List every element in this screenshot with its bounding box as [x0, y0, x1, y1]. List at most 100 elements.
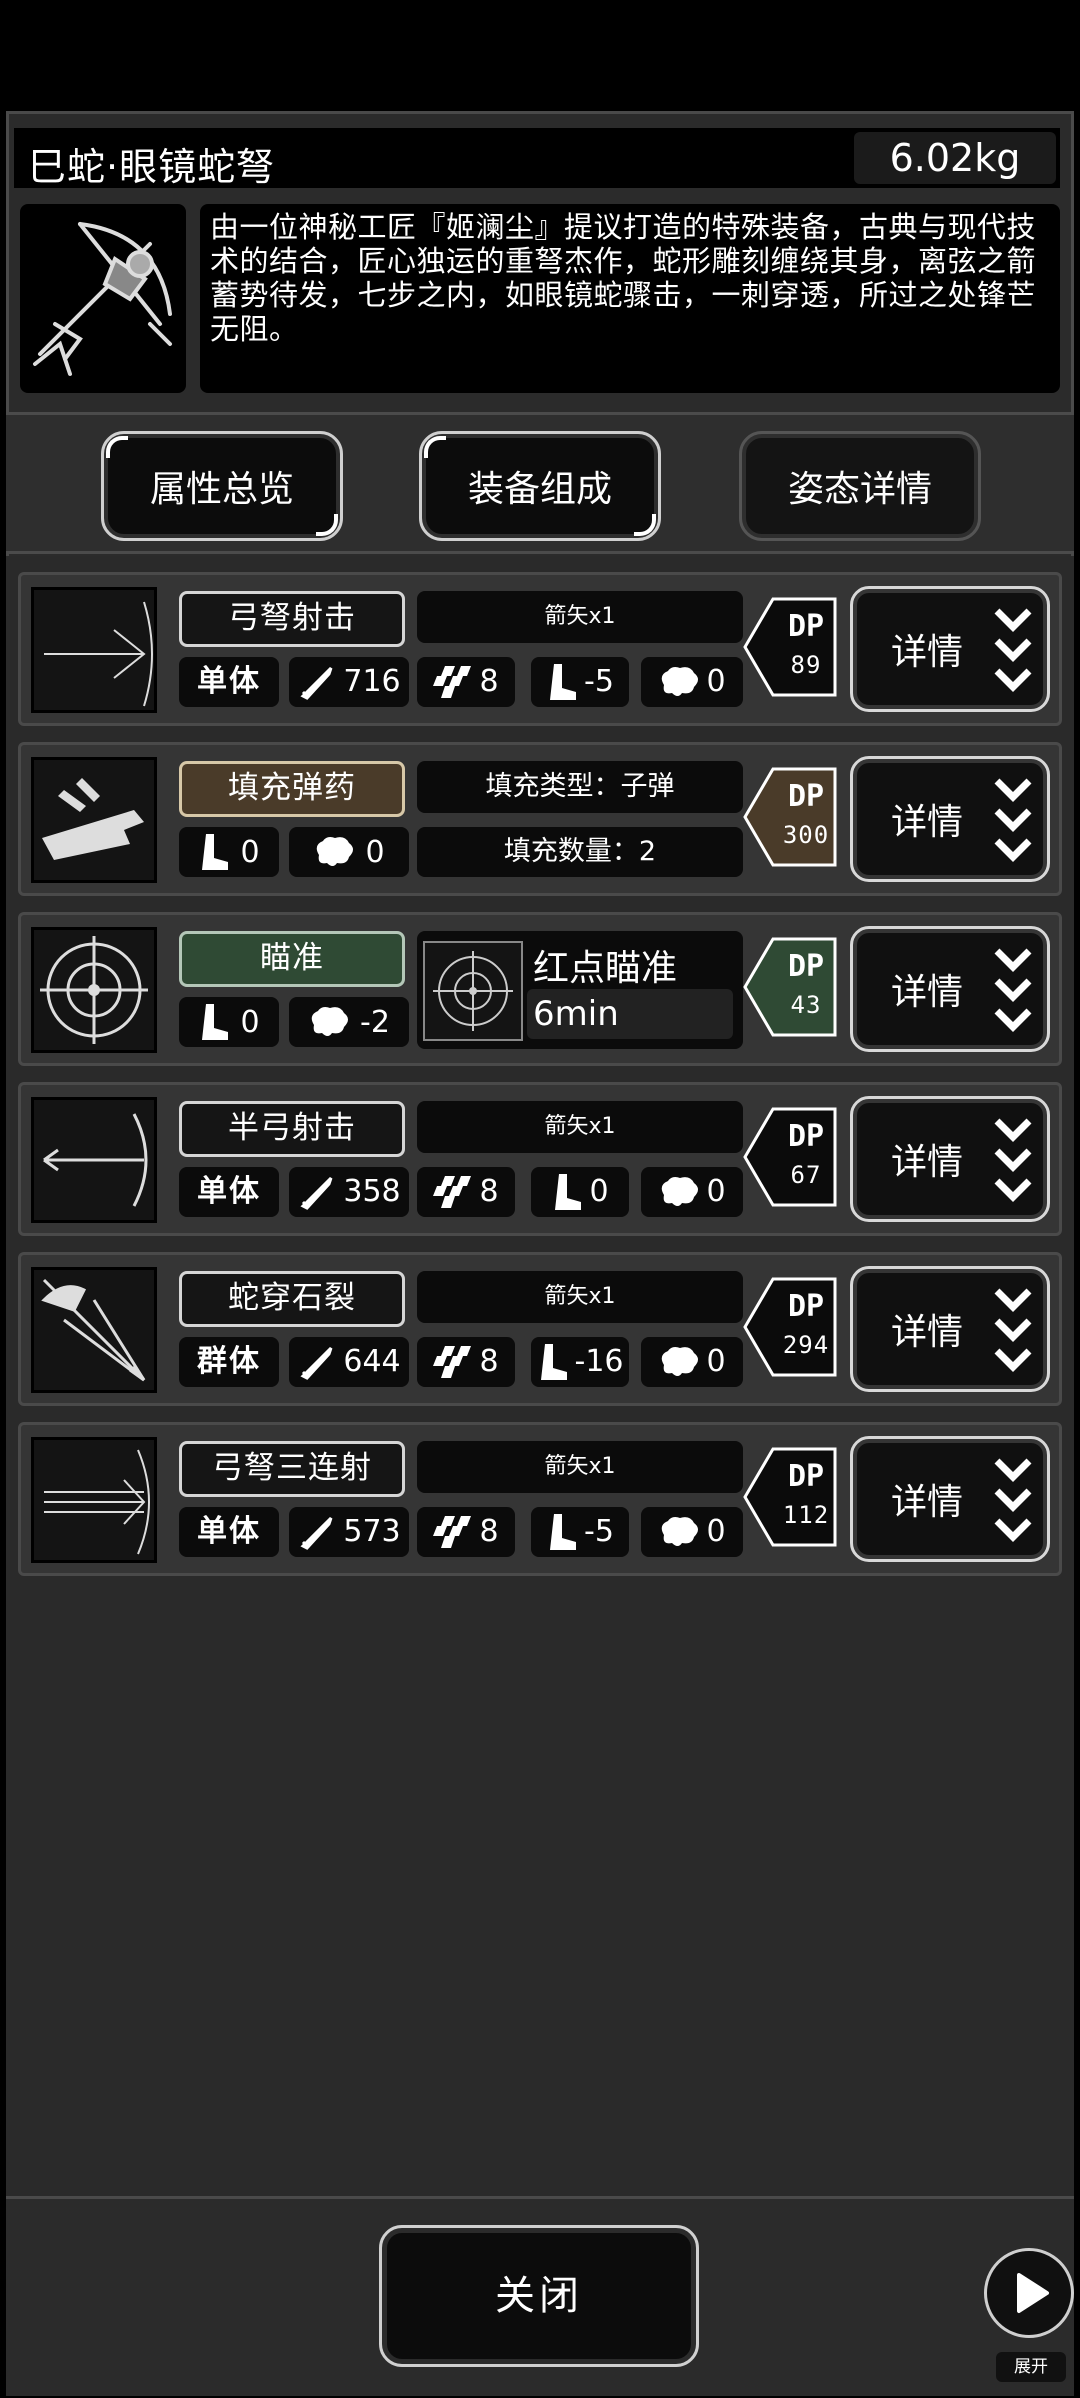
boot-icon — [540, 1344, 567, 1380]
chevrons-down-icon — [994, 608, 1032, 692]
detail-button[interactable]: 详情 — [850, 756, 1050, 882]
sword-icon — [300, 666, 333, 700]
brain-icon — [311, 1007, 349, 1036]
brain-icon — [662, 1177, 699, 1206]
skill-row: 蛇穿石裂 箭矢x1 群体 644 8 -16 0 DP 294 详情 — [18, 1252, 1062, 1406]
mind-value: 0 — [706, 1174, 726, 1209]
checker-icon — [433, 666, 472, 698]
detail-button[interactable]: 详情 — [850, 1096, 1050, 1222]
checker-icon — [433, 1346, 472, 1378]
accuracy-stat: 8 — [417, 1507, 515, 1557]
checker-icon — [433, 1516, 472, 1548]
chevrons-down-icon — [994, 1458, 1032, 1542]
brain-icon — [662, 667, 699, 696]
skill-row: 半弓射击 箭矢x1 单体 358 8 0 0 DP 67 详情 — [18, 1082, 1062, 1236]
mind-value: -2 — [360, 1004, 390, 1040]
skill-name: 蛇穿石裂 — [179, 1271, 405, 1327]
accuracy-stat: 8 — [417, 1337, 515, 1387]
expand-button[interactable]: 展开 — [996, 2352, 1066, 2382]
damage-stat: 358 — [289, 1167, 409, 1217]
dp-value: 294 — [782, 1331, 830, 1359]
dp-value: 43 — [790, 991, 822, 1019]
arrow-shot-icon — [31, 587, 157, 713]
detail-button[interactable]: 详情 — [850, 1266, 1050, 1392]
snake-pierce-icon — [31, 1267, 157, 1393]
brain-icon — [662, 1347, 699, 1376]
tab-label: 姿态详情 — [787, 469, 932, 510]
skill-name: 半弓射击 — [179, 1101, 405, 1157]
accuracy-value: 8 — [479, 664, 499, 699]
damage-stat: 644 — [289, 1337, 409, 1387]
target-type: 单体 — [179, 657, 279, 707]
move-value: -5 — [584, 1514, 614, 1549]
dp-badge: DP 67 — [743, 1107, 837, 1207]
skill-row: 瞄准 0 -2 红点瞄准 6min DP 43 详情 — [18, 912, 1062, 1066]
fill-type: 填充类型：子弹 — [417, 761, 743, 813]
chevrons-down-icon — [994, 948, 1032, 1032]
tab-stance-details[interactable]: 姿态详情 — [739, 431, 981, 541]
dp-value: 112 — [782, 1501, 830, 1529]
detail-label: 详情 — [891, 1482, 964, 1523]
tab-equipment-composition[interactable]: 装备组成 — [419, 431, 661, 541]
detail-button[interactable]: 详情 — [850, 586, 1050, 712]
accuracy-stat: 8 — [417, 1167, 515, 1217]
detail-button[interactable]: 详情 — [850, 1436, 1050, 1562]
boot-icon — [550, 664, 577, 700]
triple-shot-icon — [31, 1437, 157, 1563]
dp-label: DP — [787, 1119, 825, 1154]
checker-icon — [433, 1176, 472, 1208]
dp-value: 89 — [790, 651, 822, 679]
detail-label: 详情 — [891, 632, 964, 673]
dp-label: DP — [787, 949, 825, 984]
sword-icon — [300, 1176, 333, 1210]
dp-badge: DP 294 — [743, 1277, 837, 1377]
mind-stat: 0 — [641, 1337, 743, 1387]
boot-icon — [202, 834, 229, 870]
tab-label: 属性总览 — [149, 469, 294, 510]
dp-label: DP — [787, 1289, 825, 1324]
detail-button[interactable]: 详情 — [850, 926, 1050, 1052]
dp-label: DP — [787, 609, 825, 644]
mind-value: 0 — [706, 1514, 726, 1549]
damage-value: 644 — [343, 1344, 401, 1379]
move-stat: 0 — [531, 1167, 629, 1217]
play-button[interactable] — [984, 2248, 1074, 2338]
move-stat: -5 — [531, 1507, 629, 1557]
move-stat: 0 — [179, 827, 279, 877]
damage-stat: 716 — [289, 657, 409, 707]
damage-value: 358 — [343, 1174, 401, 1209]
dp-value: 67 — [790, 1161, 822, 1189]
move-value: -16 — [574, 1344, 624, 1379]
mind-stat: -2 — [289, 997, 409, 1047]
dp-badge: DP 300 — [743, 767, 837, 867]
tab-label: 装备组成 — [467, 469, 612, 510]
dp-label: DP — [787, 1459, 825, 1494]
skill-row: 弓弩三连射 箭矢x1 单体 573 8 -5 0 DP 112 详情 — [18, 1422, 1062, 1576]
mind-value: 0 — [706, 1344, 726, 1379]
dp-value: 300 — [782, 821, 830, 849]
mind-value: 0 — [365, 834, 385, 870]
play-icon — [1017, 2273, 1049, 2313]
fill-count: 填充数量：2 — [417, 827, 743, 877]
damage-stat: 573 — [289, 1507, 409, 1557]
scope-time: 6min — [527, 989, 733, 1039]
weapon-description: 由一位神秘工匠『姬澜尘』提议打造的特殊装备，古典与现代技术的结合，匠心独运的重弩… — [210, 210, 1037, 346]
weapon-header: 巳蛇·眼镜蛇弩 6.02kg — [14, 128, 1060, 189]
mind-stat: 0 — [641, 1167, 743, 1217]
dp-badge: DP 89 — [743, 597, 837, 697]
move-stat: -5 — [531, 657, 629, 707]
brain-icon — [317, 837, 354, 866]
move-value: 0 — [240, 1004, 260, 1040]
boot-icon — [555, 1174, 582, 1210]
close-button[interactable]: 关闭 — [379, 2225, 699, 2367]
accuracy-value: 8 — [479, 1174, 499, 1209]
accuracy-value: 8 — [479, 1344, 499, 1379]
detail-label: 详情 — [891, 1142, 964, 1183]
sword-icon — [300, 1346, 333, 1380]
ammo-cost: 箭矢x1 — [417, 1271, 743, 1323]
weapon-title: 巳蛇·眼镜蛇弩 — [28, 145, 276, 189]
target-type: 群体 — [179, 1337, 279, 1387]
accuracy-value: 8 — [479, 1514, 499, 1549]
ammo-cost: 箭矢x1 — [417, 1101, 743, 1153]
tab-attribute-overview[interactable]: 属性总览 — [101, 431, 343, 541]
